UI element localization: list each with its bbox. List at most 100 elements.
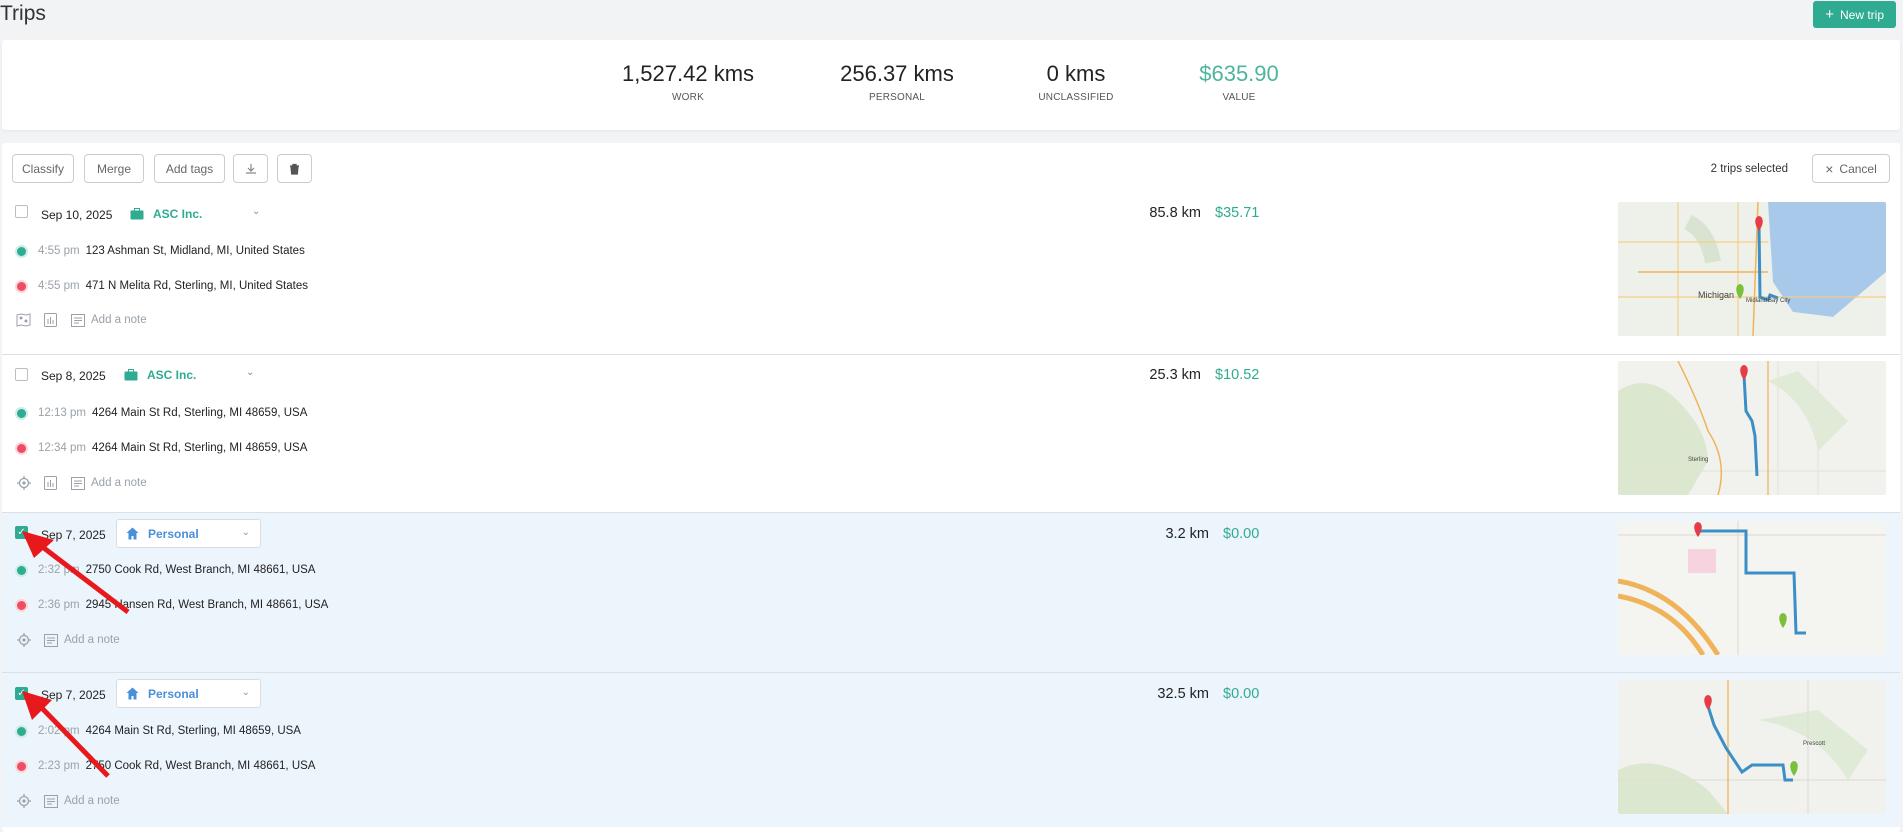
- category-label: ASC Inc.: [153, 207, 203, 221]
- add-note-link[interactable]: Add a note: [64, 634, 120, 646]
- cancel-label: Cancel: [1839, 161, 1877, 176]
- trip-date: Sep 7, 2025: [41, 528, 106, 542]
- trip-end: 2:23 pm 2750 Cook Rd, West Branch, MI 48…: [17, 760, 315, 772]
- merge-button[interactable]: Merge: [84, 154, 144, 183]
- trip-route-map[interactable]: Prescott: [1618, 680, 1886, 814]
- trip-route-map[interactable]: Sterling: [1618, 361, 1886, 495]
- trip-list: Classify Merge Add tags 2 trips selected…: [2, 143, 1900, 832]
- trip-checkbox[interactable]: ✓: [15, 526, 28, 539]
- trip-summary: 1,527.42 kms WORK 256.37 kms PERSONAL 0 …: [2, 40, 1900, 130]
- end-time: 2:23 pm: [38, 760, 80, 772]
- new-trip-label: New trip: [1839, 7, 1884, 22]
- trip-row[interactable]: Sep 10, 2025 ASC Inc. ⌄ 85.8 km $35.71 4…: [2, 195, 1900, 354]
- end-marker-icon: [17, 761, 26, 771]
- add-note-link[interactable]: Add a note: [64, 795, 120, 807]
- category-select[interactable]: Personal ⌄: [116, 679, 261, 708]
- end-address: 2750 Cook Rd, West Branch, MI 48661, USA: [85, 760, 316, 772]
- end-time: 12:34 pm: [38, 442, 86, 454]
- trip-actions: Add a note: [16, 313, 147, 327]
- briefcase-icon: [124, 369, 138, 381]
- start-marker-icon: [17, 726, 26, 736]
- trip-actions: Add a note: [16, 476, 147, 490]
- chevron-down-icon: ⌄: [241, 527, 250, 538]
- download-icon: [245, 163, 256, 174]
- briefcase-icon: [130, 208, 144, 220]
- trip-distance: 3.2 km: [1165, 526, 1209, 542]
- checkmark-icon: ✓: [17, 688, 26, 699]
- home-icon: [126, 687, 139, 700]
- trip-actions: Add a note: [16, 794, 120, 808]
- map-label: Bay City: [1768, 298, 1790, 304]
- start-address: 4264 Main St Rd, Sterling, MI 48659, USA: [85, 725, 301, 737]
- cancel-button[interactable]: × Cancel: [1812, 154, 1890, 183]
- end-time: 2:36 pm: [38, 599, 80, 611]
- category-label: ASC Inc.: [147, 368, 197, 382]
- category-label: Personal: [148, 526, 199, 541]
- work-stat: 1,527.42 kms WORK: [588, 61, 788, 103]
- note-icon[interactable]: [70, 313, 85, 327]
- trip-amount: $0.00: [1223, 686, 1260, 702]
- classify-button[interactable]: Classify: [12, 154, 74, 183]
- chevron-down-icon: ⌄: [246, 367, 255, 378]
- trip-checkbox[interactable]: [15, 205, 28, 218]
- note-icon[interactable]: [70, 476, 85, 490]
- total-value: $635.90: [1199, 61, 1279, 86]
- end-address: 2945 Hansen Rd, West Branch, MI 48661, U…: [85, 599, 329, 611]
- trip-start: 12:13 pm 4264 Main St Rd, Sterling, MI 4…: [17, 407, 307, 419]
- checkmark-icon: ✓: [17, 527, 26, 538]
- category-select[interactable]: ASC Inc. ⌄: [124, 367, 254, 382]
- locate-icon[interactable]: [16, 633, 31, 647]
- plus-icon: +: [1825, 6, 1834, 23]
- category-select[interactable]: ASC Inc. ⌄: [130, 206, 260, 221]
- close-icon: ×: [1825, 160, 1834, 177]
- report-icon[interactable]: [43, 313, 58, 327]
- locate-icon[interactable]: [16, 794, 31, 808]
- report-icon[interactable]: [43, 476, 58, 490]
- trip-row[interactable]: ✓ Sep 7, 2025 Personal ⌄ 32.5 km $0.00 2…: [2, 672, 1900, 827]
- trip-end: 12:34 pm 4264 Main St Rd, Sterling, MI 4…: [17, 442, 307, 454]
- add-note-link[interactable]: Add a note: [91, 477, 147, 489]
- start-time: 2:32 pm: [38, 564, 80, 576]
- trip-checkbox[interactable]: ✓: [15, 687, 28, 700]
- start-address: 4264 Main St Rd, Sterling, MI 48659, USA: [91, 407, 308, 419]
- trip-row[interactable]: Sep 8, 2025 ASC Inc. ⌄ 25.3 km $10.52 12…: [2, 354, 1900, 490]
- personal-label: PERSONAL: [868, 92, 926, 103]
- note-icon[interactable]: [43, 794, 58, 808]
- map-label: Prescott: [1803, 741, 1825, 747]
- map-pins-icon[interactable]: [16, 313, 31, 327]
- value-stat: $635.90 VALUE: [1139, 61, 1339, 103]
- add-tags-button[interactable]: Add tags: [154, 154, 225, 183]
- trip-start: 2:02 pm 4264 Main St Rd, Sterling, MI 48…: [17, 725, 301, 737]
- map-label: Sterling: [1688, 457, 1708, 463]
- trash-icon: [290, 163, 299, 175]
- trip-checkbox[interactable]: [15, 368, 28, 381]
- new-trip-button[interactable]: + New trip: [1813, 1, 1896, 28]
- trip-row[interactable]: ✓ Sep 7, 2025 Personal ⌄ 3.2 km $0.00 2:…: [2, 512, 1900, 672]
- add-note-link[interactable]: Add a note: [91, 314, 147, 326]
- personal-stat: 256.37 kms PERSONAL: [797, 61, 997, 103]
- start-marker-icon: [17, 246, 26, 256]
- work-label: WORK: [672, 92, 704, 103]
- trip-route-map[interactable]: Michigan Midland Bay City: [1618, 202, 1886, 336]
- trip-route-map[interactable]: [1618, 521, 1886, 655]
- end-marker-icon: [17, 443, 26, 453]
- note-icon[interactable]: [43, 633, 58, 647]
- trip-distance: 85.8 km: [1149, 205, 1201, 221]
- locate-icon[interactable]: [16, 476, 31, 490]
- value-label: VALUE: [1222, 92, 1256, 103]
- delete-button[interactable]: [277, 154, 312, 183]
- personal-distance: 256.37 kms: [840, 61, 954, 86]
- start-time: 4:55 pm: [38, 245, 80, 257]
- start-address: 2750 Cook Rd, West Branch, MI 48661, USA: [85, 564, 316, 576]
- page-title: Trips: [0, 2, 46, 25]
- home-icon: [126, 527, 139, 540]
- export-button[interactable]: [233, 154, 268, 183]
- end-marker-icon: [17, 600, 26, 610]
- category-label: Personal: [148, 686, 199, 701]
- start-marker-icon: [17, 565, 26, 575]
- category-select[interactable]: Personal ⌄: [116, 519, 261, 548]
- trip-actions: Add a note: [16, 633, 120, 647]
- trip-distance: 25.3 km: [1149, 367, 1201, 383]
- trip-amount: $35.71: [1215, 205, 1260, 221]
- map-label: Michigan: [1698, 290, 1734, 300]
